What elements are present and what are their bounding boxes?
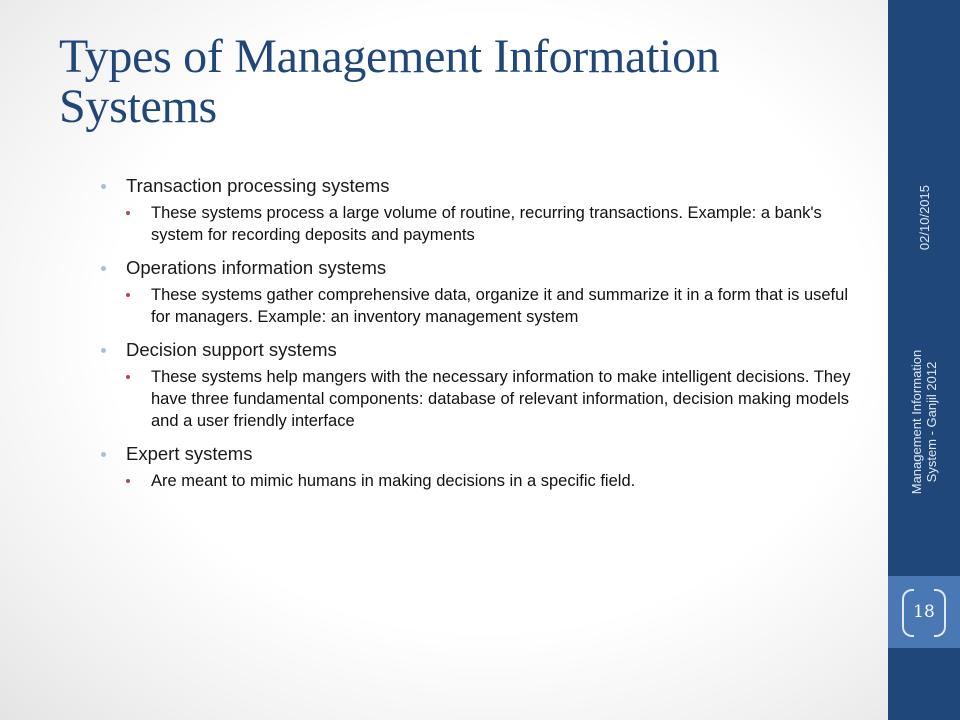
bullet-icon [101, 266, 106, 271]
sub-bullet-item: These systems help mangers with the nece… [126, 366, 861, 432]
page-number: 18 [913, 602, 935, 622]
slide-title: Types of Management Information Systems [59, 30, 720, 133]
bullet-icon [101, 452, 106, 457]
footer-text: Management Information System - Ganjil 2… [909, 337, 939, 507]
bullet-icon [101, 184, 106, 189]
bullet-item: Transaction processing systems [101, 172, 861, 200]
sub-bullet-icon [126, 293, 130, 297]
bullet-list: Transaction processing systems These sys… [101, 172, 861, 500]
bullet-item: Decision support systems [101, 336, 861, 364]
sub-bullet-icon [126, 479, 130, 483]
bullet-heading: Expert systems [126, 443, 253, 464]
right-bracket-icon [934, 589, 946, 637]
bullet-item: Operations information systems [101, 254, 861, 282]
bullet-icon [101, 348, 106, 353]
sidebar: Management Information System - Ganjil 2… [888, 0, 960, 720]
sub-bullet-text: These systems help mangers with the nece… [151, 368, 851, 430]
bullet-heading: Decision support systems [126, 339, 337, 360]
sub-bullet-text: Are meant to mimic humans in making deci… [151, 472, 636, 490]
sub-bullet-text: These systems process a large volume of … [151, 204, 822, 244]
slide-body: Types of Management Information Systems … [0, 0, 888, 720]
vertical-footer: Management Information System - Ganjil 2… [894, 185, 954, 555]
bullet-heading: Operations information systems [126, 257, 387, 278]
footer-line-2: System - Ganjil 2012 [924, 361, 939, 483]
page-number-band: 18 [888, 576, 960, 648]
sub-bullet-icon [126, 375, 130, 379]
sub-bullet-icon [126, 211, 130, 215]
footer-line-1: Management Information [909, 349, 924, 495]
sub-bullet-item: These systems process a large volume of … [126, 202, 861, 246]
sub-bullet-text: These systems gather comprehensive data,… [151, 286, 848, 326]
footer-date: 02/10/2015 [916, 185, 932, 251]
sub-bullet-item: Are meant to mimic humans in making deci… [126, 470, 861, 492]
bullet-heading: Transaction processing systems [126, 175, 390, 196]
bullet-item: Expert systems [101, 440, 861, 468]
sub-bullet-item: These systems gather comprehensive data,… [126, 284, 861, 328]
